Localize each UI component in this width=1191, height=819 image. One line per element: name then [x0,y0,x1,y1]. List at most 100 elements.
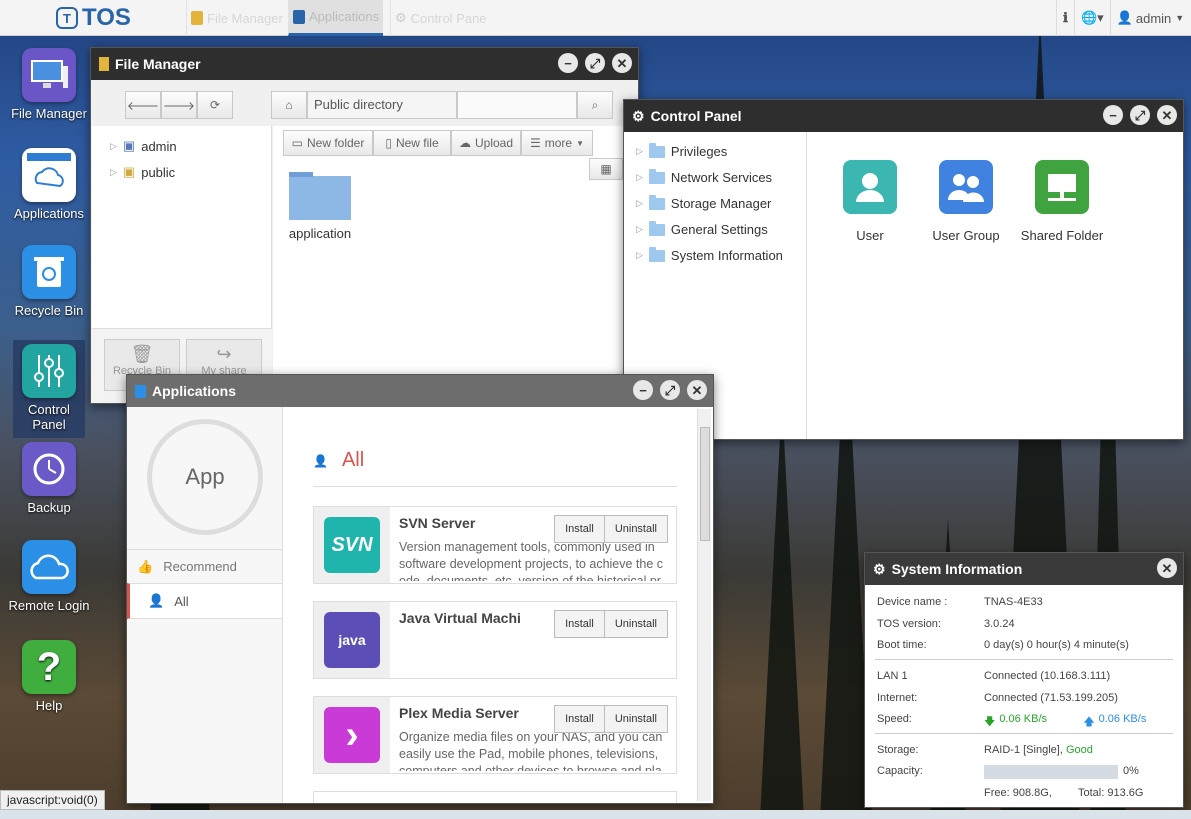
upload-button[interactable]: ☁ Upload [451,130,521,156]
cp-app-user-group[interactable]: User Group [918,160,1014,243]
close-icon[interactable]: ✕ [1157,558,1177,578]
java-logo-icon: java [324,612,380,668]
refresh-button[interactable]: ⟳ [197,91,233,119]
new-folder-button[interactable]: ▭ New folder [283,130,373,156]
cloud-upload-icon: ☁ [458,136,471,150]
minimize-icon[interactable]: − [1103,105,1123,125]
search-icon: ⌕ [591,97,599,112]
window-titlebar[interactable]: File Manager [91,48,638,80]
language-globe-icon[interactable]: 🌐▾ [1081,10,1104,26]
window-titlebar[interactable]: ⚙ Control Panel [624,100,1183,132]
search-input[interactable] [457,91,577,119]
system-info-widget: ⚙ System Information ✕ Device name : TNAS… [864,552,1184,808]
task-file-manager[interactable]: File Manager [186,0,287,36]
device-name-value: TNAS-4E33 [984,596,1043,608]
search-button[interactable]: ⌕ [577,91,613,119]
sliders-icon [22,344,76,398]
desktop-icon-backup[interactable]: Backup [7,442,91,515]
desktop-icon-help[interactable]: ? Help [7,640,91,713]
close-icon[interactable]: ✕ [612,53,632,73]
sidebar-item-recommend[interactable]: 👍 Recommend [127,549,282,583]
uninstall-button[interactable]: Uninstall [603,516,667,542]
bag-icon [293,9,305,24]
install-button[interactable]: Install [555,611,604,637]
chevron-down-icon: ▼ [1175,13,1185,23]
uninstall-button[interactable]: Uninstall [603,611,667,637]
storage-value: RAID-1 [Single], [984,744,1063,756]
new-file-button[interactable]: ▯ New file [373,130,451,156]
file-list-pane: ▭ New folder ▯ New file ☁ Upload ☰ more ▼ ▦ a… [273,126,638,403]
user-icon: 👤 [148,593,165,608]
tree-item-admin[interactable]: ▷ ▣ admin [110,138,177,154]
install-button[interactable]: Install [555,516,604,542]
desktop-icon-applications[interactable]: Applications [7,148,91,221]
cp-app-user[interactable]: User [822,160,918,243]
caret-down-icon: ▼ [576,138,585,148]
download-arrow-icon: 🡇 [984,716,996,728]
refresh-icon: ⟳ [209,98,221,112]
info-icon[interactable]: ℹ [1063,10,1068,26]
desktop-icon-label: File Manager [11,106,87,121]
gear-icon: ⚙ [395,10,407,25]
menu-item-storage-manager[interactable]: ▷ Storage Manager [636,194,771,211]
desktop-icon-recycle-bin[interactable]: Recycle Bin [7,245,91,318]
task-applications[interactable]: Applications [288,0,384,36]
back-button[interactable]: 🡐 [125,91,161,119]
widget-titlebar[interactable]: ⚙ System Information [865,553,1183,585]
plex-logo-icon: › [324,707,380,763]
vertical-scrollbar[interactable] [697,409,711,801]
folder-outline-icon: ▭ [291,136,303,150]
sidebar-item-all[interactable]: 👤 All [127,583,282,619]
user-menu[interactable]: admin [1136,11,1171,26]
install-button[interactable]: Install [555,706,604,732]
minimize-icon[interactable]: − [558,53,578,73]
desktop-icon-label: Recycle Bin [14,303,84,318]
app-description: Version management tools, commonly used … [399,540,664,581]
desktop-icon-file-manager[interactable]: File Manager [7,48,91,121]
menu-item-privileges[interactable]: ▷ Privileges [636,142,727,159]
close-icon[interactable]: ✕ [687,380,707,400]
desktop-icon-control-panel[interactable]: Control Panel [13,340,85,438]
desktop-icon-remote-login[interactable]: Remote Login [7,540,91,613]
desktop-icon-label: Help [35,698,63,713]
task-control-panel[interactable]: ⚙ Control Pane [390,0,491,36]
menu-item-general-settings[interactable]: ▷ General Settings [636,220,768,237]
more-button[interactable]: ☰ more ▼ [521,130,593,156]
app-card-java[interactable]: java Java Virtual Machi Install Uninstall [313,601,677,679]
window-titlebar[interactable]: Applications [127,375,713,407]
app-card-svn-server[interactable]: SVN SVN Server Version management tools,… [313,506,677,584]
clock-icon [22,442,76,496]
maximize-icon[interactable]: ⤢ [1130,105,1150,125]
app-name: SVN Server [399,515,476,531]
maximize-icon[interactable]: ⤢ [585,53,605,73]
app-badge: App [147,419,263,535]
thumbs-up-icon: 👍 [137,558,154,574]
folder-tree: ▷ ▣ admin ▷ ▣ public 🗑 Recycle Bin ↪ My share [92,126,272,403]
user-icon [843,160,897,214]
close-icon[interactable]: ✕ [1157,105,1177,125]
cp-app-shared-folder[interactable]: Shared Folder [1014,160,1110,243]
minimize-icon[interactable]: − [633,380,653,400]
tree-item-public[interactable]: ▷ ▣ public [110,164,175,180]
internet-status-value: Connected (71.53.199.205) [984,692,1118,704]
folder-icon [648,168,665,184]
maximize-icon[interactable]: ⤢ [660,380,680,400]
folder-icon [191,11,203,25]
desktop-icon-label: Backup [27,500,71,515]
menu-item-system-information[interactable]: ▷ System Information [636,246,783,263]
expand-icon: ▷ [110,166,117,177]
user-icon: 👤 [313,453,328,468]
tos-logo[interactable]: T TOS [56,4,131,32]
forward-button[interactable]: 🡒 [161,91,197,119]
file-item-application[interactable]: application [285,172,355,241]
applications-sidebar: App 👍 Recommend 👤 All [127,407,283,803]
uninstall-button[interactable]: Uninstall [603,706,667,732]
breadcrumb[interactable]: Public directory [307,91,457,119]
menu-item-network-services[interactable]: ▷ Network Services [636,168,772,185]
home-button[interactable]: ⌂ [271,91,307,119]
folder-icon [99,57,109,71]
free-space: Free: 908.8G, [984,787,1052,799]
grid-view-button[interactable]: ▦ [589,158,623,180]
app-card-plex[interactable]: › Plex Media Server Organize media files… [313,696,677,774]
arrow-left-icon: 🡐 [126,98,160,113]
